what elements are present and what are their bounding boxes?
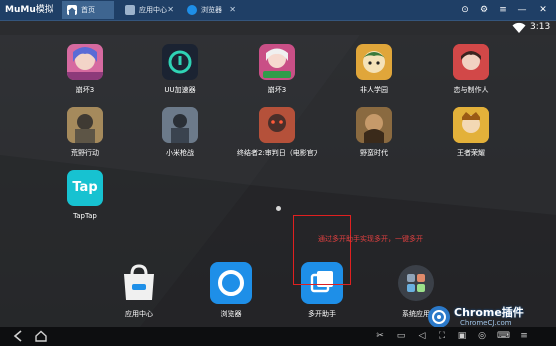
app-knives-out[interactable]: 荒野行动 <box>50 107 120 177</box>
page-indicator <box>276 206 281 211</box>
title-bar: MuMu模拟器 首页 应用中心 ✕ 浏览器 ✕ ⊙ ⚙ ≡ — ✕ <box>0 0 556 21</box>
emulator-logo: MuMu模拟器 <box>5 5 53 15</box>
close-icon[interactable]: ✕ <box>536 2 550 18</box>
feiren-icon <box>356 44 392 80</box>
status-clock: 3:13 <box>530 22 551 32</box>
folder-icon[interactable]: ▭ <box>395 330 407 342</box>
browser-icon <box>187 5 197 15</box>
terminator-icon <box>259 107 295 143</box>
tab-browser[interactable]: 浏览器 ✕ <box>182 1 240 19</box>
volume-icon[interactable]: ◁ <box>416 330 428 342</box>
app-honkai-3[interactable]: 崩坏3 <box>50 44 120 114</box>
mi-shooter-icon <box>162 107 198 143</box>
more-icon[interactable]: ≡ <box>518 330 530 342</box>
back-icon[interactable] <box>12 329 26 343</box>
app-savage-age[interactable]: 野蛮时代 <box>339 107 409 177</box>
tab-home[interactable]: 首页 <box>62 1 114 19</box>
system-apps-icon <box>395 262 437 304</box>
menu-icon[interactable]: ≡ <box>496 2 510 18</box>
close-tab-icon[interactable]: ✕ <box>229 1 236 19</box>
scissors-icon[interactable]: ✂ <box>374 330 386 342</box>
annotation-text: 通过多开助手实现多开，一键多开 <box>318 235 423 243</box>
minimize-icon[interactable]: — <box>515 2 529 18</box>
navigation-bar <box>0 327 556 346</box>
keyboard-icon[interactable]: ⌨ <box>497 330 510 342</box>
watermark-name: Chrome插件 <box>454 306 524 319</box>
knives-out-icon <box>67 107 103 143</box>
app-store-bag-icon <box>118 262 160 304</box>
honkai-icon <box>259 44 295 80</box>
screenshot-icon[interactable]: ▣ <box>456 330 468 342</box>
watermark-logo-icon <box>428 306 450 328</box>
love-producer-icon <box>453 44 489 80</box>
browser-ring-icon <box>210 262 252 304</box>
home-nav-icon[interactable] <box>34 329 48 343</box>
app-uu-accelerator[interactable]: UU加速器 <box>145 44 215 114</box>
app-honkai-3-alt[interactable]: 崩坏3 <box>242 44 312 114</box>
highlight-box <box>293 215 351 285</box>
android-status-bar <box>0 21 556 35</box>
app-taptap[interactable]: Tap TapTap <box>50 170 120 240</box>
settings-icon[interactable]: ⚙ <box>477 2 491 18</box>
app-love-producer[interactable]: 恋与制作人 <box>436 44 506 114</box>
close-tab-icon[interactable]: ✕ <box>167 1 174 19</box>
pin-icon[interactable]: ⊙ <box>458 2 472 18</box>
wifi-icon <box>512 22 526 33</box>
savage-age-icon <box>356 107 392 143</box>
home-icon <box>67 5 77 15</box>
app-mi-shooter[interactable]: 小米枪战 <box>145 107 215 177</box>
app-center-icon <box>125 5 135 15</box>
uu-accelerator-icon <box>162 44 198 80</box>
location-icon[interactable]: ◎ <box>476 330 488 342</box>
taptap-icon: Tap <box>67 170 103 206</box>
honkai-icon <box>67 44 103 80</box>
tab-app-center[interactable]: 应用中心 ✕ <box>120 1 178 19</box>
emulator-window: MuMu模拟器 首页 应用中心 ✕ 浏览器 ✕ ⊙ ⚙ ≡ — ✕ 3:13 <box>0 0 556 346</box>
app-terminator-2[interactable]: 终结者2:审判日（电影官方... <box>237 107 317 177</box>
fullscreen-icon[interactable]: ⛶ <box>436 330 448 342</box>
app-honor-of-kings[interactable]: 王者荣耀 <box>436 107 506 177</box>
app-feiren-academy[interactable]: 非人学园 <box>339 44 409 114</box>
honor-of-kings-icon <box>453 107 489 143</box>
